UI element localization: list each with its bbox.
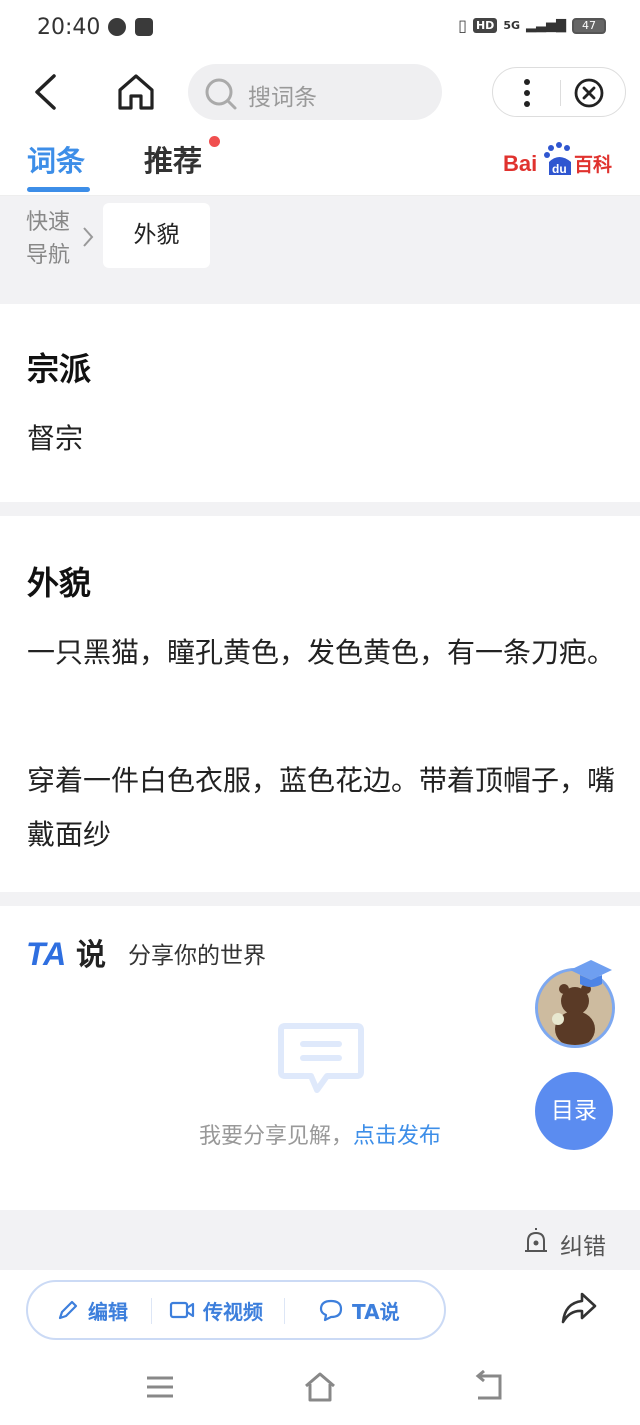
upload-video-label: 传视频 [203, 1299, 263, 1324]
ta-say-tagline: 分享你的世界 [128, 943, 266, 969]
section-paragraph: 一只黑猫，瞳孔黄色，发色黄色，有一条刀疤。 [27, 636, 616, 669]
tab-active-indicator [27, 187, 90, 192]
bottom-action-bar: 编辑 传视频 TA说 [0, 1270, 640, 1350]
svg-text:TA: TA [26, 936, 66, 972]
pill-divider [284, 1298, 285, 1324]
siren-icon [525, 1228, 547, 1252]
tab-recommend[interactable]: 推荐 [144, 138, 202, 180]
ta-say-label: TA说 [352, 1299, 400, 1324]
status-bar: 20:40 ▯ HD 5G ▂▃▅▇ 47 [0, 0, 640, 58]
chevron-right-icon [83, 227, 94, 247]
edit-button[interactable]: 编辑 [56, 1282, 128, 1338]
report-button[interactable]: 纠错 [560, 1227, 606, 1261]
status-time: 20:40 [37, 15, 101, 40]
section-separator [0, 502, 640, 516]
capsule-divider [560, 80, 561, 106]
edit-label: 编辑 [88, 1299, 128, 1324]
section-card: 宗派 督宗 [0, 304, 640, 502]
home-icon[interactable] [114, 72, 158, 112]
check-circle-icon [108, 18, 126, 36]
section-title: 宗派 [27, 350, 92, 388]
play-icon [135, 18, 153, 36]
search-placeholder: 搜词条 [248, 85, 317, 111]
network-label: 5G [503, 19, 520, 32]
pencil-icon [58, 1300, 78, 1320]
section-title: 外貌 [27, 564, 92, 602]
back-arrow-icon[interactable] [28, 72, 64, 112]
vibrate-icon: ▯ [458, 16, 467, 35]
comment-icon [278, 1023, 364, 1093]
svg-text:du: du [552, 162, 567, 176]
tab-entry[interactable]: 词条 [27, 138, 85, 180]
close-circle-icon[interactable] [573, 77, 605, 109]
graduation-cap-icon [570, 960, 612, 987]
section-paragraph: 督宗 [27, 422, 84, 455]
video-camera-icon [169, 1301, 195, 1319]
quick-nav: 快速导航 外貌 [0, 196, 640, 304]
hd-badge: HD [472, 18, 498, 33]
ta-say-logo: TA 说 [26, 936, 106, 972]
action-pill: 编辑 传视频 TA说 [26, 1280, 446, 1340]
share-icon[interactable] [560, 1290, 598, 1326]
section-separator [0, 892, 640, 906]
back-nav-icon[interactable] [472, 1370, 506, 1404]
battery-icon: 47 [572, 17, 606, 34]
upload-video-button[interactable]: 传视频 [169, 1282, 263, 1338]
toc-button[interactable]: 目录 [535, 1072, 613, 1150]
publish-link[interactable]: 点击发布 [353, 1124, 441, 1149]
pill-divider [151, 1298, 152, 1324]
baidu-baike-logo[interactable]: Bai du 百科 [503, 140, 615, 180]
ta-say-button[interactable]: TA说 [318, 1282, 400, 1338]
share-prompt-text: 我要分享见解， [198, 1124, 353, 1149]
svg-text:百科: 百科 [574, 153, 612, 176]
section-card: 外貌 一只黑猫，瞳孔黄色，发色黄色，有一条刀疤。 穿着一件白色衣服，蓝色花边。带… [0, 516, 640, 892]
quick-nav-item[interactable]: 外貌 [103, 203, 210, 268]
svg-text:Bai: Bai [503, 151, 537, 176]
section-paragraph: 穿着一件白色衣服，蓝色花边。带着顶帽子，嘴戴面纱 [27, 764, 616, 851]
system-nav-bar [0, 1350, 640, 1425]
miniapp-capsule [492, 67, 626, 117]
tab-bar: 词条 推荐 Bai du 百科 [0, 128, 640, 196]
notification-dot [209, 136, 220, 147]
search-icon [205, 78, 237, 110]
quick-nav-label: 快速导航 [26, 210, 71, 268]
svg-text:说: 说 [76, 938, 106, 972]
top-nav: 搜词条 [0, 58, 640, 128]
chat-bubble-icon [319, 1299, 343, 1322]
menu-icon[interactable] [143, 1370, 177, 1404]
search-input[interactable]: 搜词条 [188, 64, 442, 120]
signal-icon: ▂▃▅▇ [526, 18, 566, 33]
report-bar: 纠错 [0, 1210, 640, 1270]
ta-say-section: TA 说 分享你的世界 我要分享见解，点击发布 [0, 906, 640, 1210]
home-nav-icon[interactable] [303, 1370, 337, 1404]
more-vertical-icon[interactable] [515, 76, 539, 110]
